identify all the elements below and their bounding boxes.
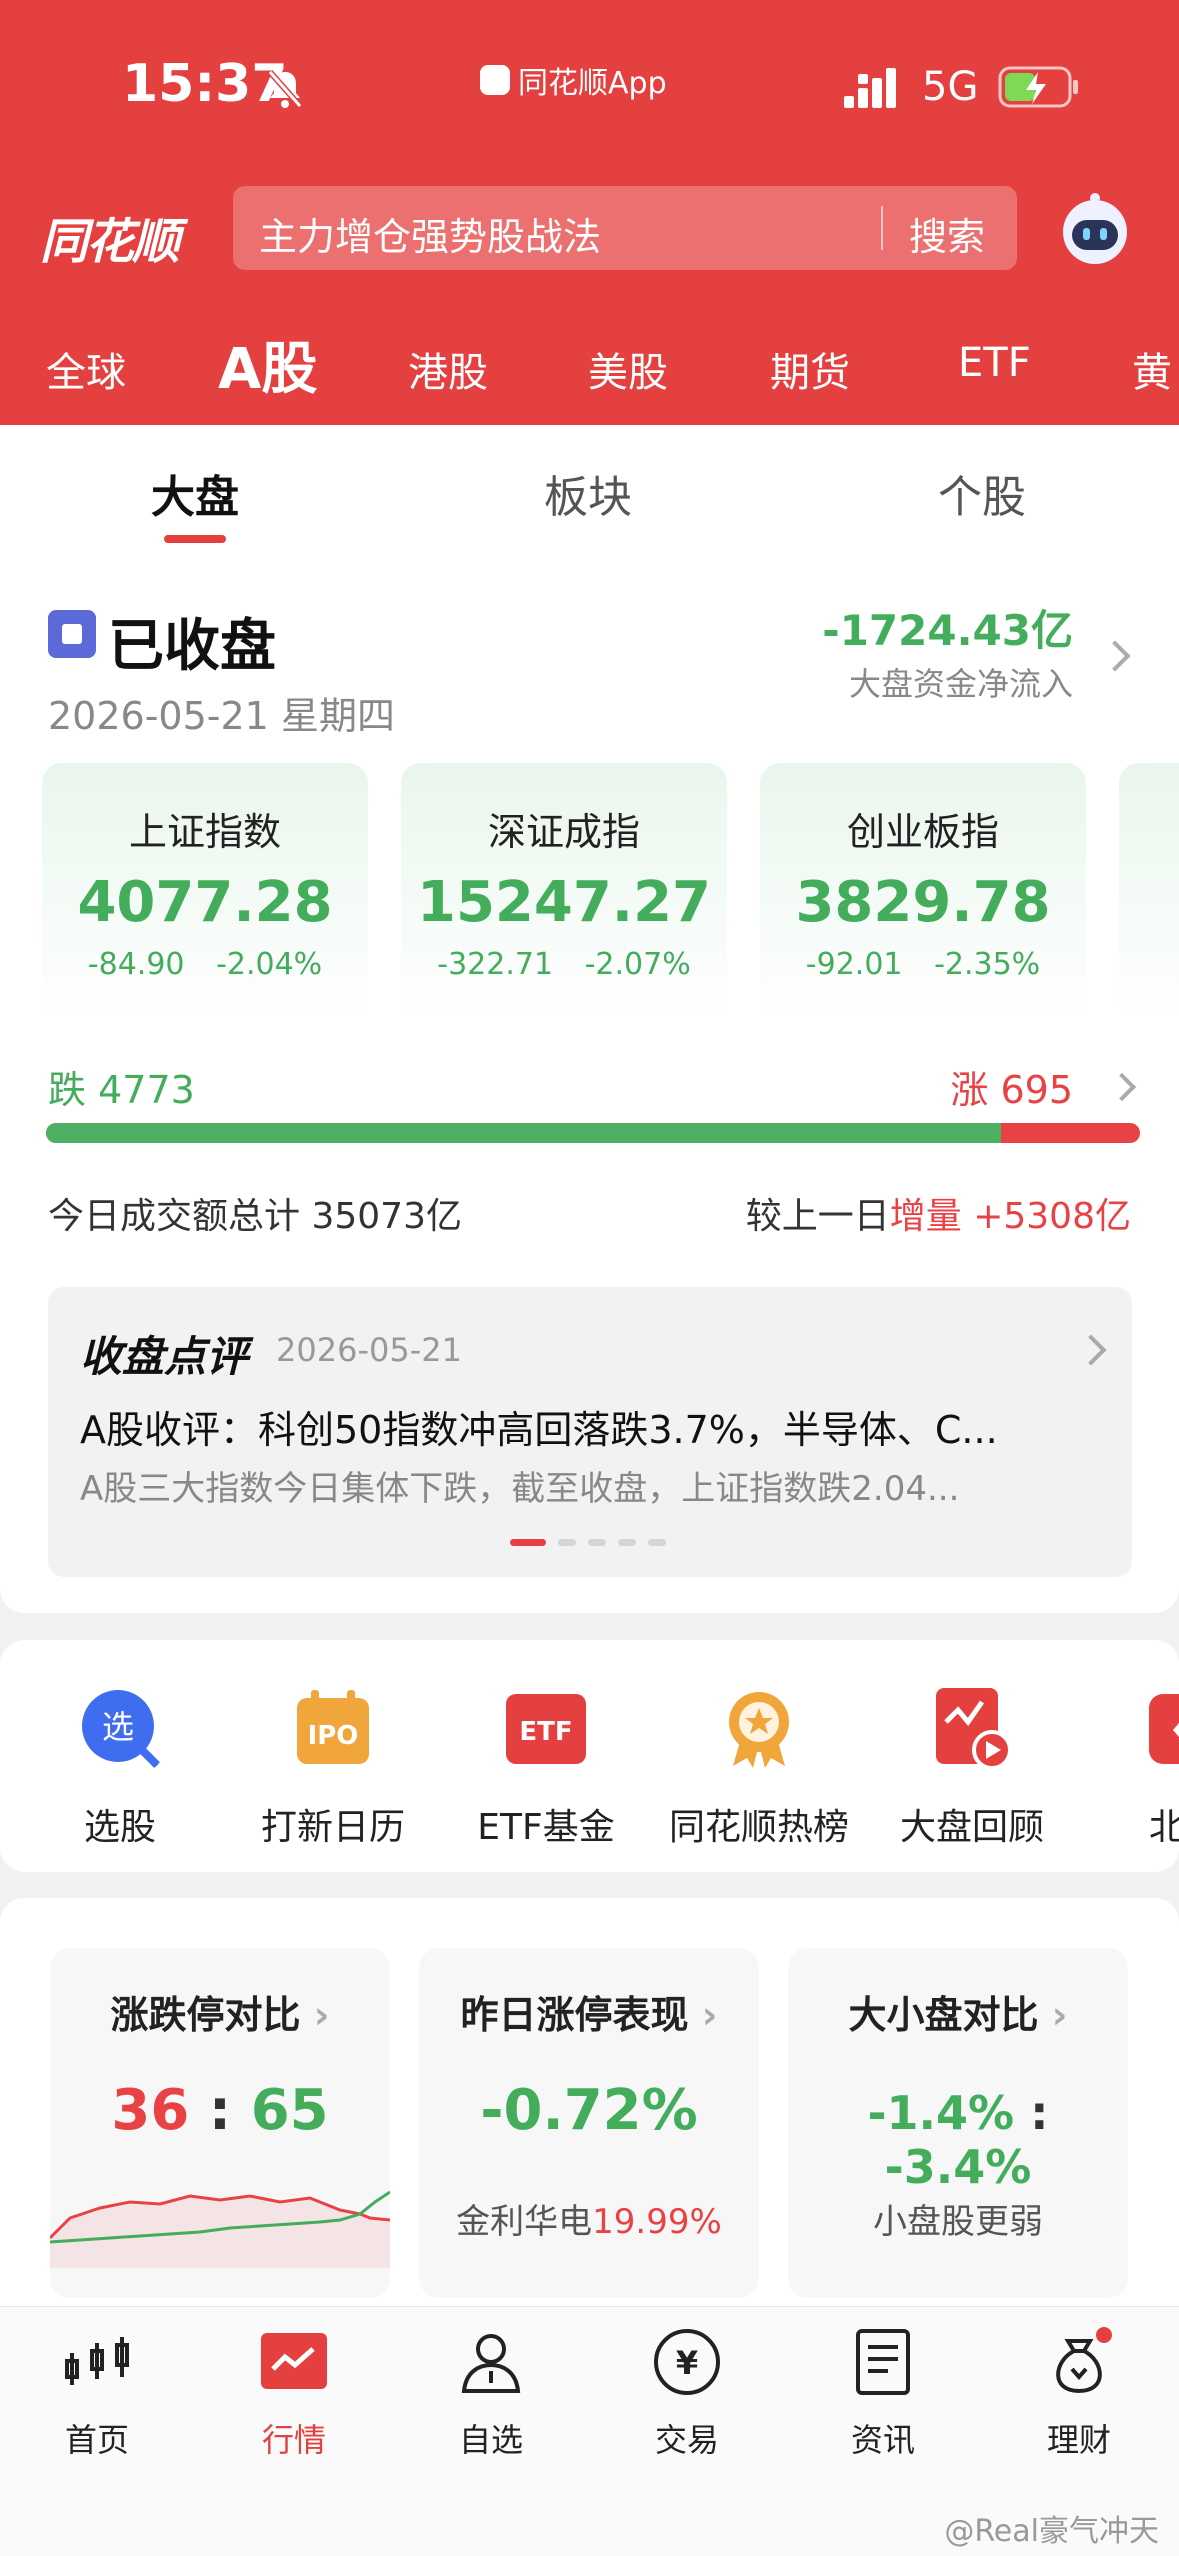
tab-global[interactable]: 全球 bbox=[46, 340, 126, 398]
tab-futures[interactable]: 期货 bbox=[770, 340, 850, 398]
yesterday-performance: -0.72% bbox=[480, 2078, 698, 2143]
search-bar[interactable]: 主力增仓强势股战法 搜索 bbox=[233, 186, 1017, 270]
search-placeholder[interactable]: 主力增仓强势股战法 bbox=[259, 206, 601, 261]
tab-sector[interactable]: 板块 bbox=[488, 461, 688, 525]
tab-stock[interactable]: 个股 bbox=[882, 461, 1082, 525]
bottom-tab-news[interactable]: 资讯 bbox=[808, 2327, 958, 2461]
closing-review-card[interactable]: 收盘点评 2026-05-21 A股收评：科创50指数冲高回落跌3.7%，半导体… bbox=[48, 1287, 1132, 1577]
tab-a-share[interactable]: A股 bbox=[218, 324, 317, 405]
tool-etf-fund[interactable]: ETF ETF基金 bbox=[446, 1686, 646, 1850]
turnover-total: 今日成交额总计 35073亿 bbox=[48, 1196, 462, 1237]
quick-tools: 选 选股 IPO 打新日历 ETF ETF基金 同花顺热榜 大盘回顾 北 bbox=[0, 1640, 1179, 1872]
yen-trade-icon: ¥ bbox=[654, 2329, 720, 2395]
carousel-dot bbox=[510, 1539, 546, 1546]
limit-ratio: 36 : 65 bbox=[111, 2078, 329, 2143]
watermark: @Real豪气冲天 bbox=[944, 2514, 1159, 2549]
tab-market[interactable]: 大盘 bbox=[95, 461, 295, 525]
sub-tabs: 大盘 板块 个股 bbox=[0, 425, 1179, 547]
market-status: 已收盘 bbox=[108, 614, 276, 679]
limit-trend-sparkline bbox=[50, 2190, 390, 2268]
chevron-right-icon[interactable] bbox=[1075, 1334, 1107, 1366]
tool-market-replay[interactable]: 大盘回顾 bbox=[872, 1686, 1072, 1850]
app-logo[interactable]: 同花顺 bbox=[40, 202, 180, 272]
top-stock: 金利华电19.99% bbox=[456, 2202, 722, 2242]
search-divider bbox=[881, 206, 883, 250]
app-logo-icon bbox=[480, 65, 510, 95]
carousel-dot bbox=[648, 1539, 666, 1546]
network-type: 5G bbox=[922, 64, 979, 110]
svg-text:IPO: IPO bbox=[308, 1721, 359, 1751]
candlestick-icon bbox=[65, 2337, 129, 2385]
bottom-tab-home[interactable]: 首页 bbox=[22, 2327, 172, 2461]
etf-icon: ETF bbox=[506, 1694, 586, 1764]
market-tabs: 全球 A股 港股 美股 期货 ETF 黄 bbox=[0, 320, 1179, 410]
active-tab-indicator bbox=[164, 535, 226, 543]
index-card-shenzhen[interactable]: 深证成指 15247.27 -322.71 -2.07% bbox=[401, 763, 727, 1023]
market-date: 2026-05-21 星期四 bbox=[48, 694, 395, 738]
bse-icon bbox=[1149, 1694, 1179, 1764]
net-flow-value[interactable]: -1724.43亿 bbox=[822, 597, 1073, 658]
market-replay-icon bbox=[936, 1688, 1012, 1770]
market-closed-icon bbox=[48, 610, 96, 658]
search-button[interactable]: 搜索 bbox=[909, 206, 985, 261]
tab-hk[interactable]: 港股 bbox=[408, 340, 488, 398]
bottom-tab-trade[interactable]: ¥ 交易 bbox=[612, 2327, 762, 2461]
yesterday-limit-up-card[interactable]: 昨日涨停表现 › -0.72% 金利华电19.99% bbox=[419, 1948, 759, 2298]
tab-gold[interactable]: 黄 bbox=[1132, 340, 1172, 398]
bell-off-icon bbox=[267, 70, 303, 108]
app-name: 同花顺App bbox=[480, 58, 667, 102]
review-summary[interactable]: A股三大指数今日集体下跌，截至收盘，上证指数跌2.04... bbox=[80, 1461, 1100, 1510]
tab-etf[interactable]: ETF bbox=[958, 340, 1031, 386]
battery-charging-icon bbox=[998, 66, 1078, 108]
svg-text:选: 选 bbox=[102, 1708, 134, 1746]
review-headline[interactable]: A股收评：科创50指数冲高回落跌3.7%，半导体、C... bbox=[80, 1399, 1100, 1454]
user-watchlist-icon bbox=[461, 2334, 521, 2393]
bottom-tab-wealth[interactable]: 理财 bbox=[1004, 2327, 1154, 2461]
bottom-tab-watchlist[interactable]: 自选 bbox=[416, 2327, 566, 2461]
breadth-bar-down-fill bbox=[46, 1123, 1002, 1143]
net-flow-label[interactable]: 大盘资金净流入 bbox=[849, 659, 1073, 705]
decliners-count: 跌 4773 bbox=[48, 1068, 195, 1112]
ipo-calendar-icon: IPO bbox=[297, 1690, 369, 1764]
review-date: 2026-05-21 bbox=[276, 1331, 462, 1369]
chevron-right-icon[interactable] bbox=[1107, 1072, 1137, 1102]
signal-icon bbox=[844, 68, 896, 108]
breadth-bar bbox=[46, 1123, 1140, 1143]
tool-bse[interactable]: 北交 bbox=[1085, 1686, 1179, 1850]
index-card-shanghai[interactable]: 上证指数 4077.28 -84.90 -2.04% bbox=[42, 763, 368, 1023]
cap-note: 小盘股更弱 bbox=[873, 2202, 1043, 2242]
app-header: 同花顺 主力增仓强势股战法 搜索 全球 A股 港股 美股 期货 ETF 黄 bbox=[0, 180, 1179, 425]
carousel-dots bbox=[510, 1539, 666, 1546]
summary-cards: 涨跌停对比 › 36 : 65 昨日涨停表现 › -0.72% 金利华电19.9… bbox=[0, 1898, 1179, 2318]
carousel-dot bbox=[558, 1539, 576, 1546]
status-bar: 15:37 同花顺App 5G bbox=[0, 0, 1179, 180]
carousel-dot bbox=[588, 1539, 606, 1546]
tab-us[interactable]: 美股 bbox=[588, 340, 668, 398]
select-stock-icon: 选 bbox=[82, 1690, 162, 1770]
carousel-dot bbox=[618, 1539, 636, 1546]
tool-ipo-calendar[interactable]: IPO 打新日历 bbox=[233, 1686, 433, 1850]
index-card-partial[interactable] bbox=[1119, 763, 1179, 1023]
news-doc-icon bbox=[856, 2329, 910, 2395]
bottom-tab-market[interactable]: 行情 bbox=[219, 2327, 369, 2461]
cap-compare: -1.4% : -3.4% bbox=[867, 2086, 1049, 2194]
tool-select-stock[interactable]: 选 选股 bbox=[20, 1686, 220, 1850]
robot-icon[interactable] bbox=[1056, 190, 1134, 268]
advancers-count[interactable]: 涨 695 bbox=[950, 1059, 1073, 1114]
review-logo: 收盘点评 bbox=[80, 1332, 249, 1381]
market-chart-icon bbox=[261, 2333, 327, 2389]
market-overview-card: 已收盘 2026-05-21 星期四 -1724.43亿 大盘资金净流入 上证指… bbox=[0, 547, 1179, 1613]
large-small-cap-card[interactable]: 大小盘对比 › -1.4% : -3.4% 小盘股更弱 bbox=[788, 1948, 1128, 2298]
turnover-compare: 较上一日增量 +5308亿 bbox=[745, 1196, 1131, 1237]
index-card-chinext[interactable]: 创业板指 3829.78 -92.01 -2.35% bbox=[760, 763, 1086, 1023]
chevron-right-icon[interactable] bbox=[1099, 640, 1131, 672]
limit-up-down-card[interactable]: 涨跌停对比 › 36 : 65 bbox=[50, 1948, 390, 2298]
svg-text:¥: ¥ bbox=[676, 2344, 698, 2382]
hot-list-medal-icon bbox=[729, 1692, 789, 1768]
tool-hot-list[interactable]: 同花顺热榜 bbox=[659, 1686, 859, 1850]
money-bag-icon bbox=[1056, 2327, 1112, 2394]
svg-text:ETF: ETF bbox=[519, 1717, 572, 1747]
